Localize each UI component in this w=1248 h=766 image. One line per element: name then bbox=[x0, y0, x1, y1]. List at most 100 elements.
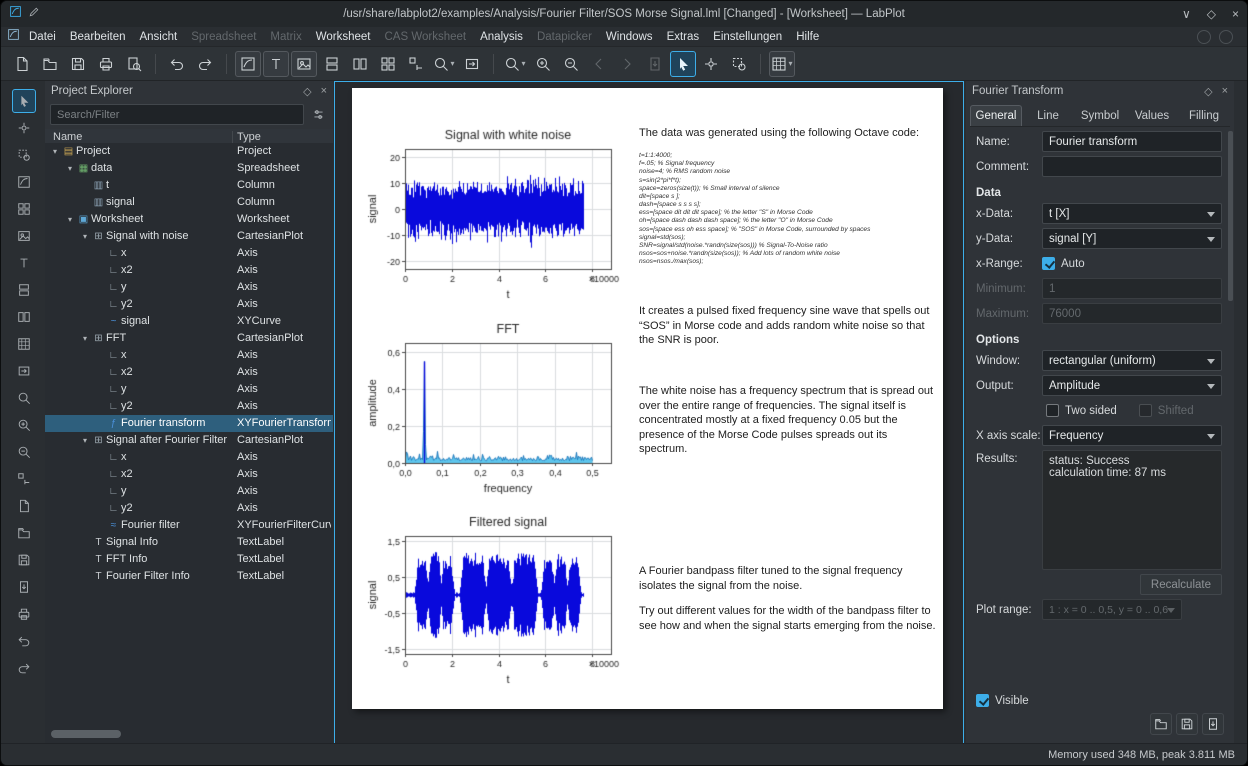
dock-close-icon[interactable]: × bbox=[1222, 85, 1228, 98]
plot-signal-with-noise[interactable] bbox=[365, 125, 623, 307]
menu-windows[interactable]: Windows bbox=[599, 29, 660, 45]
tree-row-fft[interactable]: ▾⊞FFTCartesianPlot bbox=[45, 330, 333, 347]
comment-field[interactable] bbox=[1042, 156, 1222, 177]
tree-row-signal-info[interactable]: TSignal InfoTextLabel bbox=[45, 534, 333, 551]
column-header-name[interactable]: Name bbox=[45, 131, 233, 143]
tree-row-y2[interactable]: ∟y2Axis bbox=[45, 500, 333, 517]
toolbox-folder-open-button[interactable] bbox=[12, 521, 36, 545]
tree-row-data[interactable]: ▾▦dataSpreadsheet bbox=[45, 160, 333, 177]
tree-row-y[interactable]: ∟yAxis bbox=[45, 483, 333, 500]
new-button[interactable] bbox=[9, 51, 35, 77]
recalculate-button[interactable]: Recalculate bbox=[1140, 574, 1222, 595]
toolbox-cursor-button[interactable] bbox=[12, 89, 36, 113]
tree-row-y2[interactable]: ∟y2Axis bbox=[45, 398, 333, 415]
toolbox-zoom-region-button[interactable] bbox=[12, 143, 36, 167]
save-function-button[interactable] bbox=[1176, 713, 1198, 735]
octave-code-block[interactable]: t=1:1:4000;f=.05; % Signal frequencynois… bbox=[639, 152, 936, 266]
dock-float-icon[interactable]: ◇ bbox=[1204, 85, 1212, 98]
two-sided-checkbox[interactable] bbox=[1046, 404, 1059, 417]
name-field[interactable] bbox=[1042, 131, 1222, 152]
toolbox-redo-button[interactable] bbox=[12, 656, 36, 680]
tree-row-x[interactable]: ∟xAxis bbox=[45, 347, 333, 364]
toolbox-text-button[interactable] bbox=[12, 251, 36, 275]
toolbox-export-button[interactable] bbox=[12, 575, 36, 599]
maximize-button[interactable]: ◇ bbox=[1207, 7, 1216, 21]
expander-icon[interactable]: ▾ bbox=[64, 211, 76, 228]
explorer-horizontal-scrollbar[interactable] bbox=[51, 730, 121, 738]
menu-bearbeiten[interactable]: Bearbeiten bbox=[63, 29, 133, 45]
zoom-out-button[interactable] bbox=[558, 51, 584, 77]
toolbox-doc-new-button[interactable] bbox=[12, 494, 36, 518]
save-button[interactable] bbox=[65, 51, 91, 77]
x-axis-scale-select[interactable]: Frequency bbox=[1042, 425, 1222, 446]
fit-to-page-button[interactable] bbox=[459, 51, 485, 77]
vertical-layout-button[interactable] bbox=[319, 51, 345, 77]
text-filter-note[interactable]: A Fourier bandpass filter tuned to the s… bbox=[639, 564, 936, 593]
redo-button[interactable] bbox=[192, 51, 218, 77]
visible-checkbox[interactable] bbox=[976, 694, 989, 707]
tree-row-worksheet[interactable]: ▾▣WorksheetWorksheet bbox=[45, 211, 333, 228]
tree-row-y[interactable]: ∟yAxis bbox=[45, 279, 333, 296]
expander-icon[interactable]: ▾ bbox=[79, 432, 91, 449]
save-as-template-button[interactable] bbox=[1202, 713, 1224, 735]
tree-row-signal[interactable]: ▥signalColumn bbox=[45, 194, 333, 211]
tree-row-x[interactable]: ∟xAxis bbox=[45, 245, 333, 262]
menubar-extra-icon-1[interactable] bbox=[1197, 30, 1211, 44]
undo-button[interactable] bbox=[164, 51, 190, 77]
dock-float-icon[interactable]: ◇ bbox=[303, 85, 311, 98]
toolbox-layout-grid-button[interactable] bbox=[12, 197, 36, 221]
toolbox-undo-button[interactable] bbox=[12, 629, 36, 653]
toolbox-magnifier-button[interactable] bbox=[12, 386, 36, 410]
add-text-label-button[interactable] bbox=[263, 51, 289, 77]
text-fft-note[interactable]: The white noise has a frequency spectrum… bbox=[639, 384, 936, 457]
tab-line[interactable]: Line bbox=[1022, 105, 1074, 126]
toolbox-layout-break-button[interactable] bbox=[12, 467, 36, 491]
add-image-button[interactable] bbox=[291, 51, 317, 77]
add-plot-button[interactable] bbox=[235, 51, 261, 77]
tree-row-project[interactable]: ▾▤ProjectProject bbox=[45, 143, 333, 160]
window-select[interactable]: rectangular (uniform) bbox=[1042, 350, 1222, 371]
toolbox-layout-h-button[interactable] bbox=[12, 305, 36, 329]
menu-extras[interactable]: Extras bbox=[660, 29, 707, 45]
expander-icon[interactable]: ▾ bbox=[79, 228, 91, 245]
tree-row-signal-after-fourier-filter[interactable]: ▾⊞Signal after Fourier FilterCartesianPl… bbox=[45, 432, 333, 449]
search-input[interactable] bbox=[50, 104, 304, 125]
load-function-button[interactable] bbox=[1150, 713, 1172, 735]
tree-row-t[interactable]: ▥tColumn bbox=[45, 177, 333, 194]
close-button[interactable]: × bbox=[1232, 7, 1239, 21]
tab-general[interactable]: General bbox=[970, 105, 1022, 126]
menubar-extra-icon-2[interactable] bbox=[1219, 30, 1233, 44]
column-header-type[interactable]: Type bbox=[233, 131, 261, 143]
grid-layout-button[interactable] bbox=[375, 51, 401, 77]
tree-row-x2[interactable]: ∟x2Axis bbox=[45, 364, 333, 381]
menu-einstellungen[interactable]: Einstellungen bbox=[706, 29, 789, 45]
dock-close-icon[interactable]: × bbox=[321, 85, 327, 98]
toolbox-fit-button[interactable] bbox=[12, 359, 36, 383]
toolbox-zoom-in-button[interactable] bbox=[12, 413, 36, 437]
select-mode-button[interactable] bbox=[670, 51, 696, 77]
expander-icon[interactable]: ▾ bbox=[49, 143, 61, 160]
zoom-select-mode-button[interactable] bbox=[726, 51, 752, 77]
tree-row-x[interactable]: ∟xAxis bbox=[45, 449, 333, 466]
toolbox-crosshair-button[interactable] bbox=[12, 116, 36, 140]
horizontal-layout-button[interactable] bbox=[347, 51, 373, 77]
toolbox-printer-button[interactable] bbox=[12, 602, 36, 626]
tree-row-fft-info[interactable]: TFFT InfoTextLabel bbox=[45, 551, 333, 568]
menu-analysis[interactable]: Analysis bbox=[473, 29, 530, 45]
menu-worksheet[interactable]: Worksheet bbox=[309, 29, 378, 45]
grid-menu-button[interactable]: ▾ bbox=[769, 51, 795, 77]
zoom-in-button[interactable] bbox=[530, 51, 556, 77]
print-button[interactable] bbox=[93, 51, 119, 77]
tab-symbol[interactable]: Symbol bbox=[1074, 105, 1126, 126]
tree-row-fourier-filter-info[interactable]: TFourier Filter InfoTextLabel bbox=[45, 568, 333, 585]
toolbox-image-button[interactable] bbox=[12, 224, 36, 248]
tree-row-x2[interactable]: ∟x2Axis bbox=[45, 262, 333, 279]
toolbox-plot-button[interactable] bbox=[12, 170, 36, 194]
menu-ansicht[interactable]: Ansicht bbox=[132, 29, 184, 45]
toolbox-zoom-out-button[interactable] bbox=[12, 440, 36, 464]
plot-fft[interactable] bbox=[365, 319, 623, 501]
tree-row-signal-with-noise[interactable]: ▾⊞Signal with noiseCartesianPlot bbox=[45, 228, 333, 245]
minimize-button[interactable]: ∨ bbox=[1182, 7, 1191, 21]
worksheet-page[interactable]: The data was generated using the followi… bbox=[352, 88, 943, 709]
properties-scrollbar[interactable] bbox=[1228, 131, 1233, 301]
